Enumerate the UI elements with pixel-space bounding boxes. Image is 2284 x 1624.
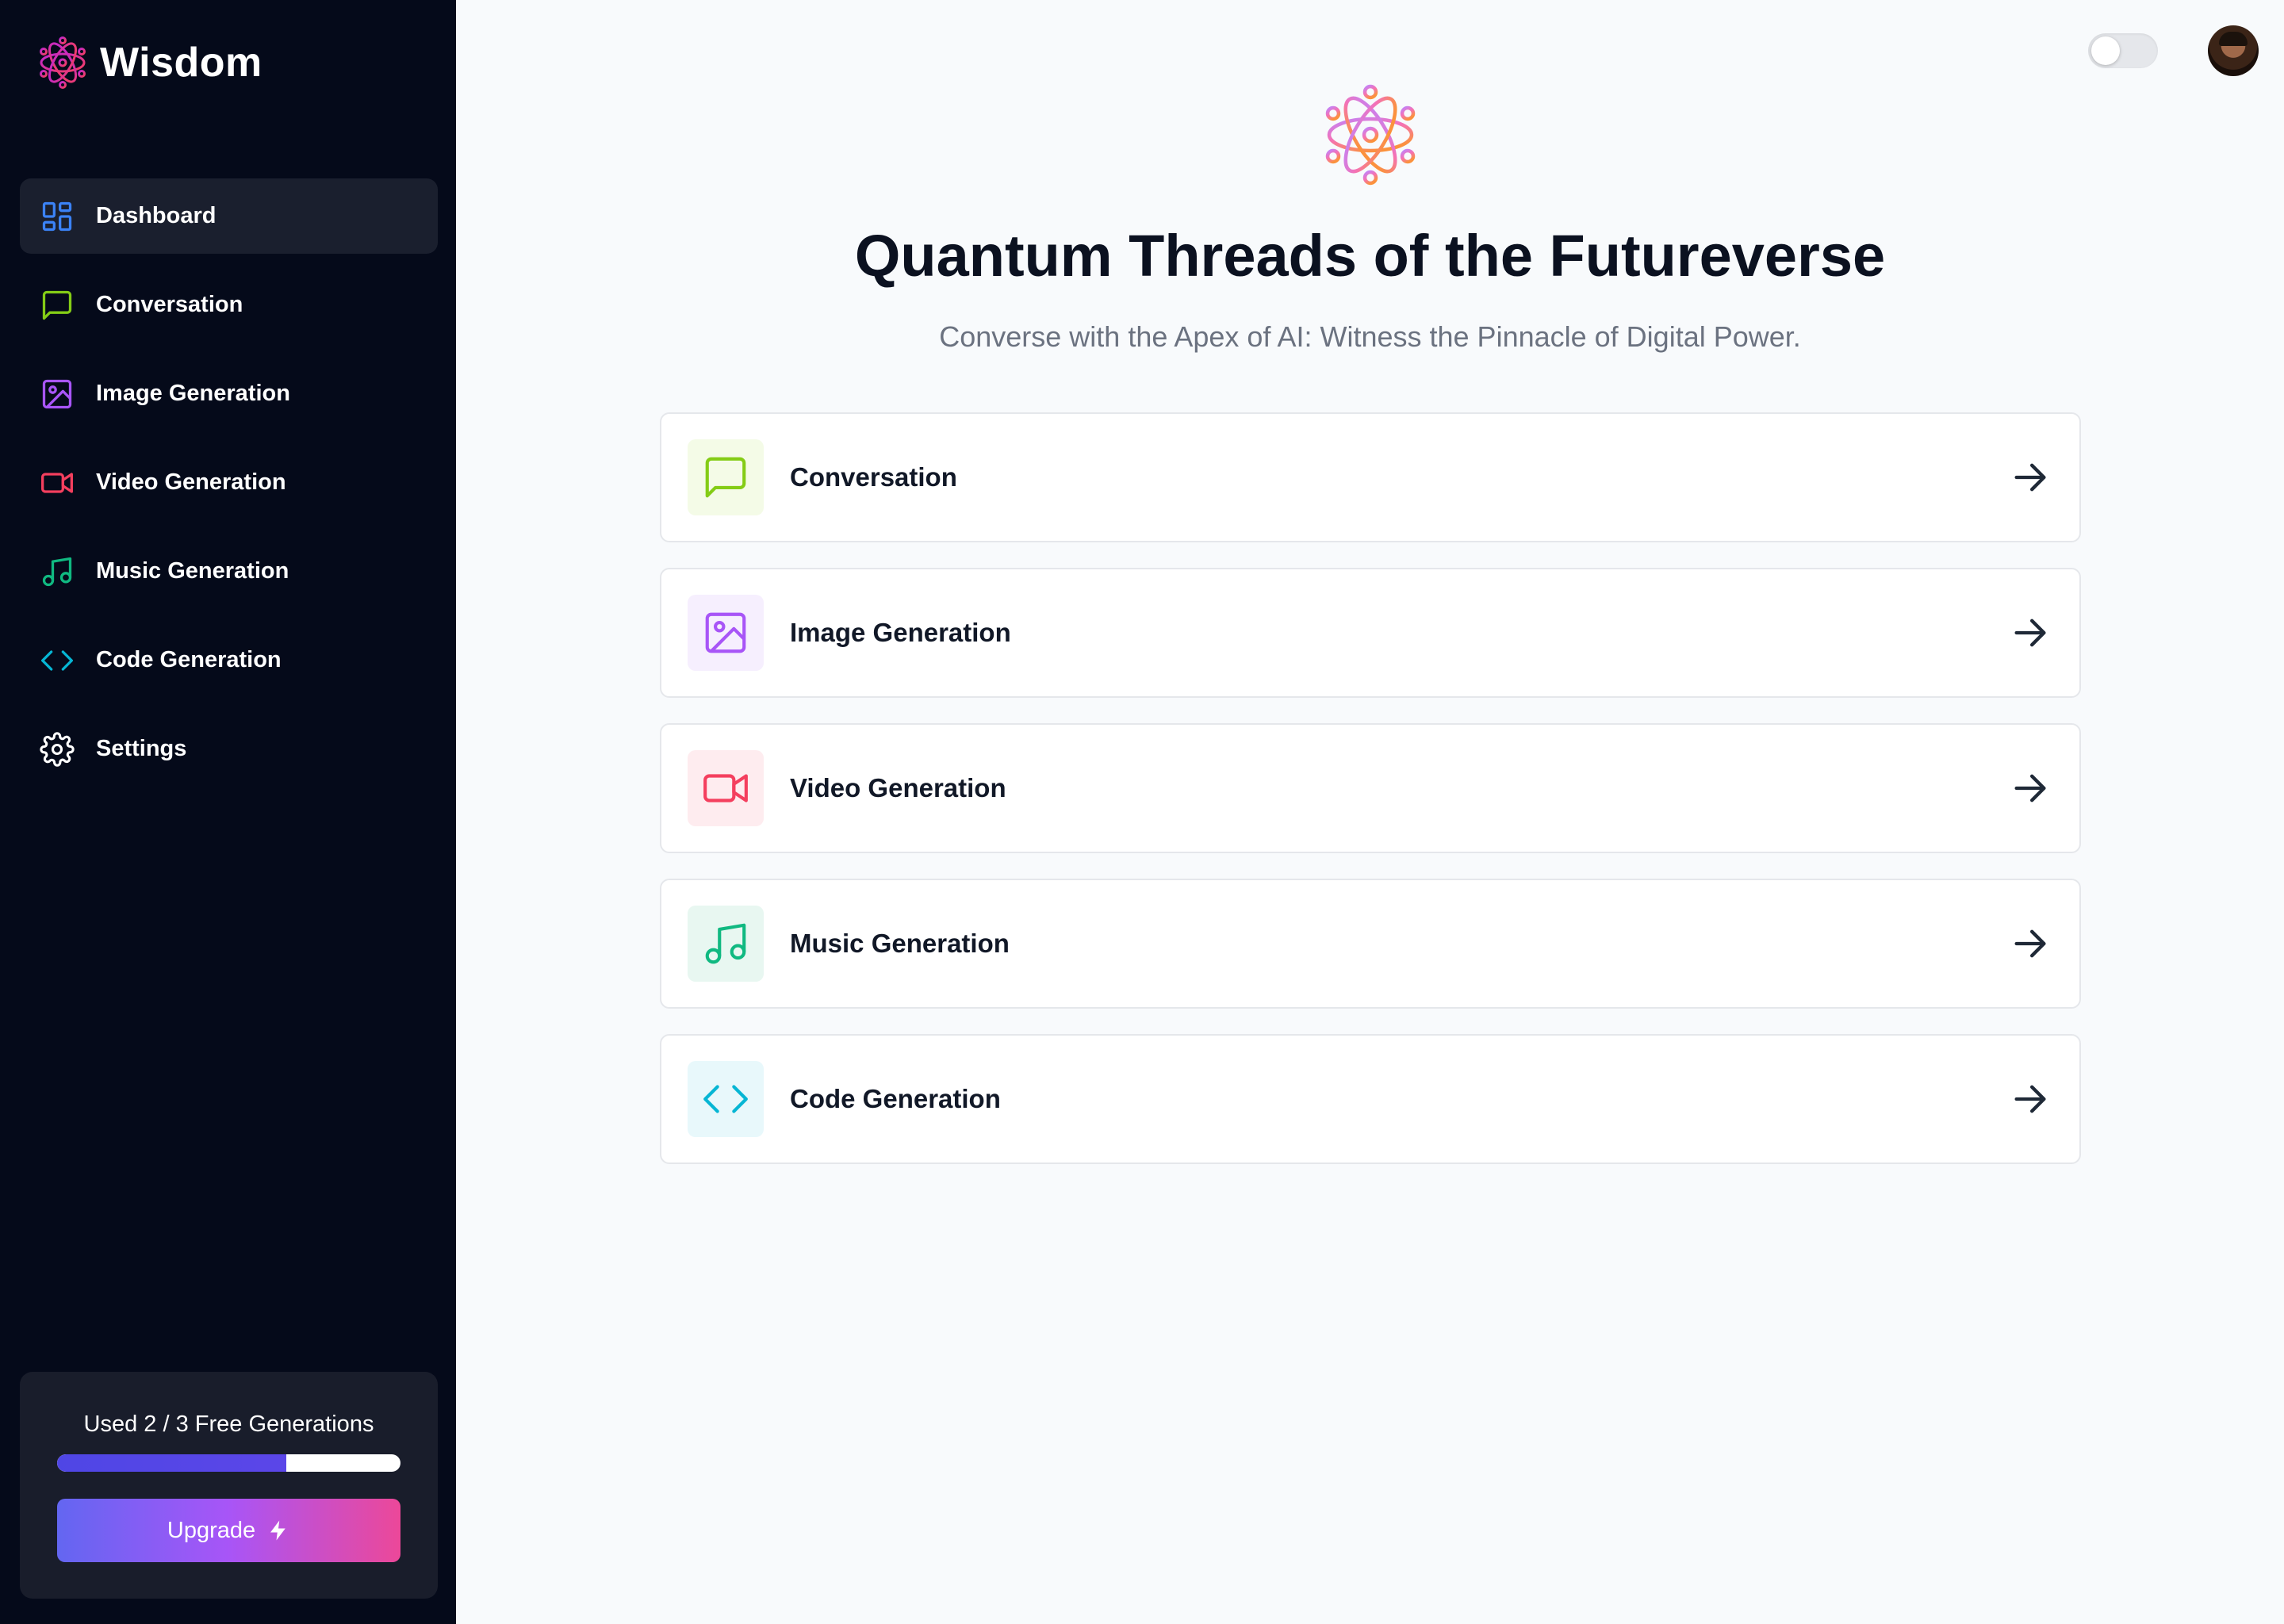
page-title: Quantum Threads of the Futureverse xyxy=(854,223,1886,289)
sidebar-item-label: Music Generation xyxy=(96,558,289,584)
usage-panel: Used 2 / 3 Free Generations Upgrade xyxy=(20,1372,438,1599)
card-code-generation[interactable]: Code Generation xyxy=(660,1034,2081,1164)
sidebar-nav: Dashboard Conversation Image Generation … xyxy=(20,178,438,800)
brand[interactable]: Wisdom xyxy=(38,35,263,90)
image-icon xyxy=(39,376,75,412)
card-label: Music Generation xyxy=(790,929,1010,958)
atom-logo-icon xyxy=(40,36,86,89)
tool-cards: Conversation Image Generation Video Gene… xyxy=(660,412,2081,1189)
card-image-generation[interactable]: Image Generation xyxy=(660,568,2081,698)
card-label: Conversation xyxy=(790,462,957,492)
usage-progress-bar xyxy=(57,1454,400,1472)
card-icon-tile xyxy=(688,439,764,515)
sidebar-item-dashboard[interactable]: Dashboard xyxy=(20,178,438,254)
sidebar-item-music-generation[interactable]: Music Generation xyxy=(20,534,438,609)
code-icon xyxy=(703,1085,748,1113)
sidebar-item-label: Video Generation xyxy=(96,469,286,495)
sidebar-item-conversation[interactable]: Conversation xyxy=(20,267,438,343)
avatar[interactable] xyxy=(2208,25,2259,76)
lightning-icon xyxy=(270,1520,286,1541)
page-subtitle: Converse with the Apex of AI: Witness th… xyxy=(939,320,1801,353)
sidebar-item-label: Conversation xyxy=(96,292,243,317)
upgrade-label: Upgrade xyxy=(167,1517,256,1543)
arrow-right-icon xyxy=(2010,768,2051,809)
card-label: Code Generation xyxy=(790,1084,1001,1113)
image-icon xyxy=(705,612,746,653)
brand-name: Wisdom xyxy=(100,40,263,86)
card-video-generation[interactable]: Video Generation xyxy=(660,723,2081,853)
code-icon xyxy=(39,642,75,679)
sidebar-item-image-generation[interactable]: Image Generation xyxy=(20,356,438,431)
message-icon xyxy=(39,287,75,324)
sidebar-item-video-generation[interactable]: Video Generation xyxy=(20,445,438,520)
card-icon-tile xyxy=(688,750,764,826)
arrow-right-icon xyxy=(2010,1078,2051,1120)
arrow-right-icon xyxy=(2010,457,2051,498)
video-icon xyxy=(703,774,748,802)
theme-toggle-knob xyxy=(2091,36,2120,65)
sidebar-item-code-generation[interactable]: Code Generation xyxy=(20,622,438,698)
atom-hero-icon xyxy=(1325,84,1416,186)
upgrade-button[interactable]: Upgrade xyxy=(57,1499,400,1562)
sidebar-item-label: Image Generation xyxy=(96,381,290,406)
gear-icon xyxy=(39,731,75,768)
dashboard-icon xyxy=(39,198,75,235)
sidebar: Wisdom Dashboard Conversation Image Gene… xyxy=(0,0,456,1624)
sidebar-item-settings[interactable]: Settings xyxy=(20,711,438,787)
arrow-right-icon xyxy=(2010,923,2051,964)
card-icon-tile xyxy=(688,906,764,982)
usage-progress-fill xyxy=(57,1454,286,1472)
card-conversation[interactable]: Conversation xyxy=(660,412,2081,542)
music-icon xyxy=(705,923,746,964)
card-icon-tile xyxy=(688,1061,764,1137)
card-label: Video Generation xyxy=(790,773,1006,802)
card-music-generation[interactable]: Music Generation xyxy=(660,879,2081,1009)
usage-text: Used 2 / 3 Free Generations xyxy=(83,1411,374,1437)
video-icon xyxy=(39,465,75,501)
card-icon-tile xyxy=(688,595,764,671)
music-icon xyxy=(39,553,75,590)
card-label: Image Generation xyxy=(790,618,1011,647)
sidebar-item-label: Settings xyxy=(96,736,187,761)
arrow-right-icon xyxy=(2010,612,2051,653)
sidebar-item-label: Dashboard xyxy=(96,203,217,228)
theme-toggle[interactable] xyxy=(2088,33,2158,68)
message-icon xyxy=(705,457,746,498)
sidebar-item-label: Code Generation xyxy=(96,647,282,672)
